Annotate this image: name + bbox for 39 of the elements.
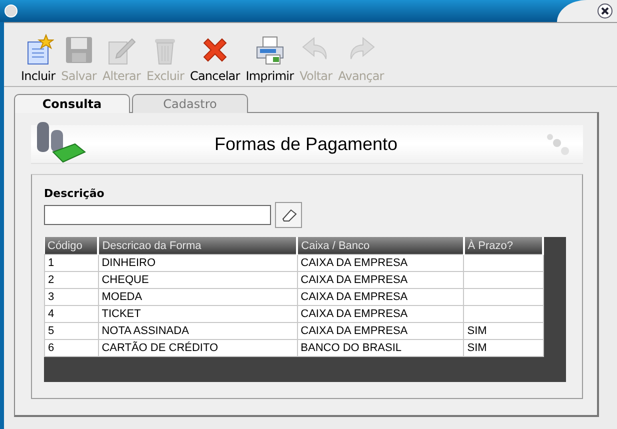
table-cell: BANCO DO BRASIL	[297, 340, 464, 356]
table-cell: 4	[44, 306, 98, 322]
search-field[interactable]	[44, 205, 271, 225]
bubbles-icon	[545, 131, 571, 157]
table-cell: NOTA ASSINADA	[98, 322, 298, 340]
table-cell: 5	[44, 322, 98, 340]
toolbar-button[interactable]: Cancelar	[187, 34, 243, 83]
table-cell: CAIXA DA EMPRESA	[297, 306, 464, 322]
table-cell: SIM	[464, 322, 543, 340]
table-cell: CAIXA DA EMPRESA	[297, 254, 464, 272]
table-cell: 3	[44, 288, 98, 306]
table-cell: 2	[44, 272, 98, 288]
clear-button[interactable]	[275, 202, 302, 228]
table-cell: CARTÃO DE CRÉDITO	[98, 340, 298, 356]
table-cell: CHEQUE	[98, 272, 298, 288]
table-cell: CAIXA DA EMPRESA	[297, 272, 464, 288]
table-cell: MOEDA	[98, 288, 298, 306]
toolbar-button[interactable]: Incluir	[18, 34, 58, 83]
header-title: Formas de Pagamento	[213, 134, 399, 154]
field-label: Descrição	[44, 187, 106, 200]
table-cell: DINHEIRO	[98, 254, 298, 272]
coins-money-icon	[35, 120, 87, 164]
table-cell: CAIXA DA EMPRESA	[297, 288, 464, 306]
table-cell: SIM	[464, 340, 543, 356]
close-icon[interactable]	[597, 3, 613, 19]
column-header[interactable]: Descricao da Forma	[98, 237, 298, 254]
table-cell: 6	[44, 340, 98, 356]
printer-icon	[254, 34, 286, 66]
window-menu-icon[interactable]	[3, 3, 19, 19]
eraser-icon	[280, 208, 296, 222]
tab[interactable]: Cadastro	[132, 94, 248, 113]
table-cell: 1	[44, 254, 98, 272]
column-header[interactable]: Código	[44, 237, 98, 254]
toolbar-button[interactable]: Imprimir	[242, 34, 297, 83]
table-cell: TICKET	[98, 306, 298, 322]
tab[interactable]: Consulta	[14, 94, 130, 113]
column-header[interactable]: À Prazo?	[464, 237, 543, 254]
table-cell: CAIXA DA EMPRESA	[297, 322, 464, 340]
column-header[interactable]: Caixa / Banco	[297, 237, 464, 254]
